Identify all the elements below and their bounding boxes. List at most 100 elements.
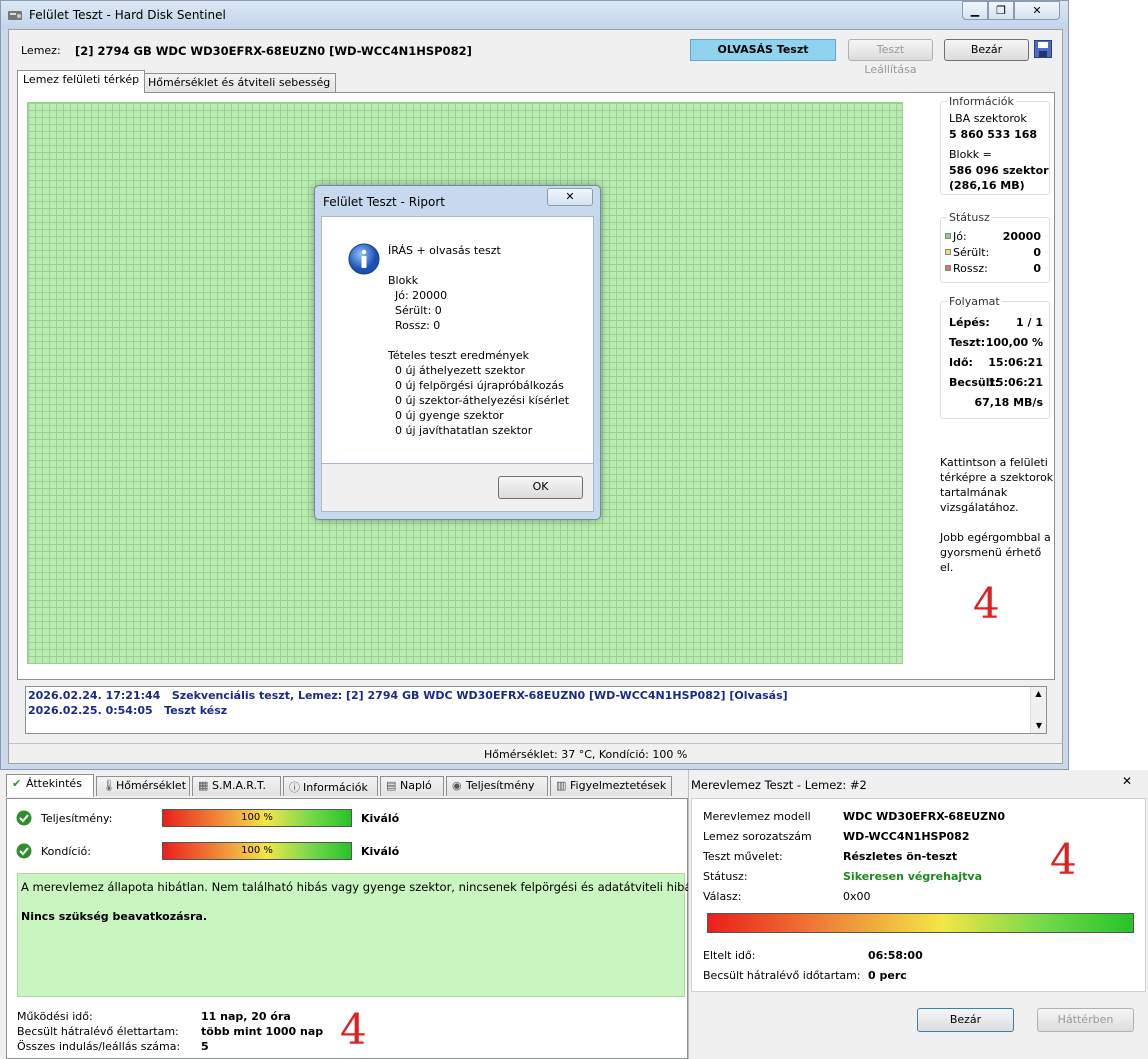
stat-label: Összes indulás/leállás száma: <box>17 1040 181 1053</box>
tab-temperature-speed[interactable]: Hőmérséklet és átviteli sebesség <box>142 73 337 93</box>
thermometer-icon: 🌡 <box>102 779 116 792</box>
selftest-row-label: Merevlemez modell <box>703 810 811 823</box>
overview-tab-5[interactable]: ◉ Teljesítmény <box>446 776 548 796</box>
overview-tab-label: Információk <box>303 781 368 794</box>
dialog-lines: ÍRÁS + olvasás teszt Blokk Jó: 20000 Sérü… <box>388 243 588 438</box>
dialog-line: 0 új felpörgési újrapróbálkozás <box>388 379 564 392</box>
status-swatch-icon <box>945 249 951 255</box>
overview-tab-6[interactable]: ▥ Figyelmeztetések <box>550 776 672 796</box>
remaining-value: 0 perc <box>868 969 907 982</box>
check-icon <box>16 843 32 862</box>
dialog-line: 0 új szektor-áthelyezési kísérlet <box>388 394 570 407</box>
close-window-button[interactable]: ✕ <box>1014 1 1060 20</box>
maximize-button[interactable]: ❐ <box>988 1 1014 20</box>
tab-surface-map[interactable]: Lemez felületi térkép <box>17 70 146 93</box>
performance-icon: ◉ <box>452 779 462 792</box>
alerts-icon: ▥ <box>556 779 567 792</box>
red-mark-3: 4 <box>1050 835 1077 884</box>
progress-group-title: Folyamat <box>947 295 1002 308</box>
dialog-line: Jó: 20000 <box>388 289 448 302</box>
disk-label: Lemez: <box>21 44 61 57</box>
status-label: Jó: <box>953 230 967 243</box>
selftest-window: Merevlemez Teszt - Lemez: #2 ✕ Merevleme… <box>688 770 1148 1059</box>
close-icon: ✕ <box>1032 4 1042 17</box>
block-value: 586 096 szektor <box>949 164 1049 177</box>
stop-test-button[interactable]: Teszt Leállítása <box>848 39 933 76</box>
log-date-1: 2026.02.24. 17:21:44 <box>28 689 161 702</box>
log-scrollbar[interactable]: ▲ ▼ <box>1030 687 1046 733</box>
overview-tab-4[interactable]: ▤ Napló <box>380 776 444 796</box>
dialog-line: Rossz: 0 <box>388 319 441 332</box>
estimated-value: 15:06:21 <box>988 376 1043 389</box>
selftest-close-icon[interactable]: ✕ <box>1117 772 1137 790</box>
selftest-close-button[interactable]: Bezár <box>917 1008 1014 1032</box>
overview-tab-1[interactable]: 🌡Hőmérséklet <box>96 776 190 796</box>
status-label: Rossz: <box>953 262 988 275</box>
overview-tab-label: Hőmérséklet <box>116 779 187 792</box>
selftest-row-label: Teszt művelet: <box>703 850 783 863</box>
dialog-line: 0 új gyenge szektor <box>388 409 504 422</box>
log-icon: ▤ <box>386 779 397 792</box>
dialog-footer: OK <box>321 464 594 512</box>
stat-value: több mint 1000 nap <box>201 1025 324 1038</box>
elapsed-value: 06:58:00 <box>868 949 923 962</box>
scroll-up-icon[interactable]: ▲ <box>1031 687 1046 701</box>
app-icon <box>7 7 23 23</box>
step-label: Lépés: <box>949 316 990 329</box>
overview-tab-2[interactable]: ▦ S.M.A.R.T. <box>192 776 281 796</box>
log-panel: 2026.02.24. 17:21:44 Szekvenciális teszt… <box>25 686 1047 734</box>
ok-button[interactable]: OK <box>498 476 583 499</box>
background-button[interactable]: Háttérben <box>1037 1008 1134 1032</box>
lba-value: 5 860 533 168 <box>949 128 1038 141</box>
smart-icon: ▦ <box>198 779 209 792</box>
status-group: Státusz Jó: 20000 Sérült: 0 Rossz: 0 <box>940 211 1050 283</box>
log-date-2: 2026.02.25. 0:54:05 <box>28 704 153 717</box>
log-entry-2: 2026.02.25. 0:54:05 Teszt kész <box>28 704 227 717</box>
health-bar-text: 100 % <box>241 845 273 856</box>
step-value: 1 / 1 <box>1016 316 1043 329</box>
help-text-1: Kattintson a felületi térképre a szektor… <box>940 456 1054 514</box>
status-swatch-icon <box>945 265 951 271</box>
close-button[interactable]: Bezár <box>944 39 1029 61</box>
overview-tab-3[interactable]: ⓘ Információk <box>283 776 378 796</box>
progress-group: Folyamat Lépés: 1 / 1 Teszt: 100,00 % Id… <box>940 295 1050 419</box>
title-bar: Felület Teszt - Hard Disk Sentinel ▁ ❐ ✕ <box>1 1 1068 29</box>
status-value: 20000 <box>1002 230 1041 243</box>
info-group-title: Információk <box>947 95 1016 108</box>
minimize-button[interactable]: ▁ <box>962 1 988 20</box>
speed-value: 67,18 MB/s <box>974 396 1043 409</box>
dialog-line <box>388 333 588 348</box>
health-rating: Kiváló <box>361 845 400 858</box>
dialog-close-button[interactable]: ✕ <box>547 188 593 206</box>
check-icon <box>16 810 32 829</box>
remaining-label: Becsült hátralévő időtartam: <box>703 969 861 982</box>
scroll-down-icon[interactable]: ▼ <box>1031 719 1047 733</box>
window-title: Felület Teszt - Hard Disk Sentinel <box>29 8 226 22</box>
overview-tab-label: Teljesítmény <box>466 779 535 792</box>
overview-tab-label: Napló <box>400 779 432 792</box>
save-icon[interactable] <box>1034 40 1052 58</box>
test-label: Teszt: <box>949 336 986 349</box>
selftest-title: Merevlemez Teszt - Lemez: #2 <box>691 778 867 792</box>
info-group: Információk LBA szektorok 5 860 533 168 … <box>940 95 1050 195</box>
help-text-2: Jobb egérgombbal a gyorsmenü érhető el. <box>940 531 1051 574</box>
log-entry-1: 2026.02.24. 17:21:44 Szekvenciális teszt… <box>28 689 788 702</box>
info-icon: ⓘ <box>289 781 300 794</box>
stat-value: 5 <box>201 1040 209 1053</box>
status-bar: Hőmérséklet: 37 °C, Kondíció: 100 % <box>9 743 1062 763</box>
maximize-icon: ❐ <box>996 4 1006 17</box>
dialog-line: 0 új javíthatatlan szektor <box>388 424 533 437</box>
block-label: Blokk = <box>949 148 992 161</box>
test-value: 100,00 % <box>985 336 1043 349</box>
overview-tab-0[interactable]: ✔ Áttekintés <box>6 774 94 797</box>
read-test-status: OLVASÁS Teszt <box>690 39 836 61</box>
status-value: 0 <box>1033 246 1041 259</box>
dialog-line: ÍRÁS + olvasás teszt <box>388 244 501 257</box>
selftest-row-value: 0x00 <box>843 890 871 903</box>
status-value: 0 <box>1033 262 1041 275</box>
minimize-icon: ▁ <box>970 4 980 17</box>
dialog-line: Blokk <box>388 274 419 287</box>
disk-value: [2] 2794 GB WDC WD30EFRX-68EUZN0 [WD-WCC… <box>75 44 472 58</box>
overview-content: Teljesítmény: 100 % Kiváló Kondíció: 100… <box>6 798 730 1059</box>
selftest-row-label: Lemez sorozatszám <box>703 830 812 843</box>
